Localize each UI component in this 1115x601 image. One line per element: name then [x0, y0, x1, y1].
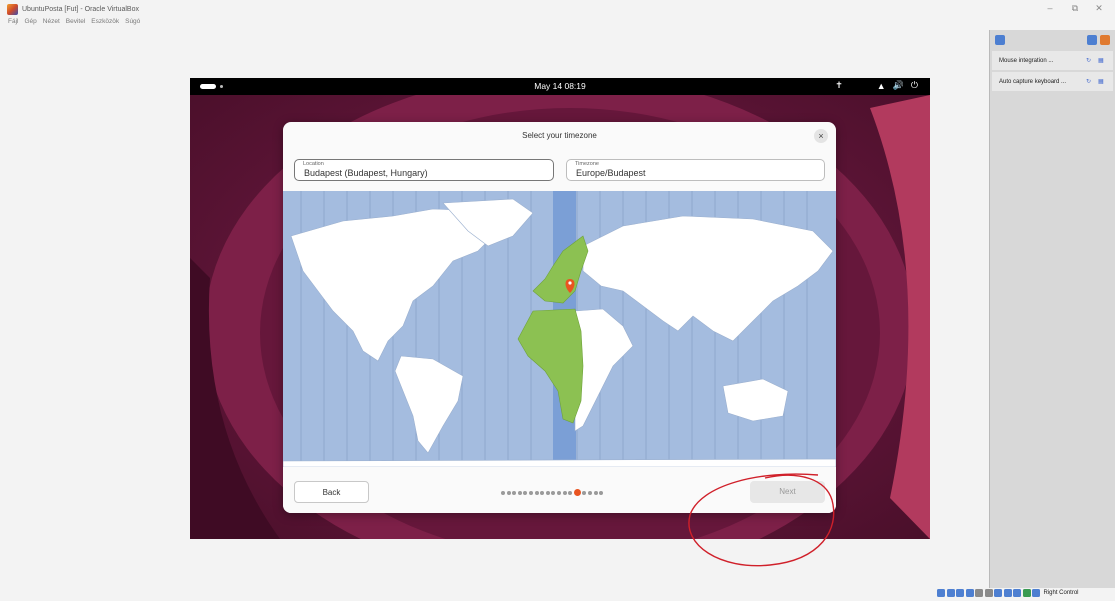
timezone-field[interactable]: Timezone Europe/Budapest [566, 159, 825, 181]
step-dot [599, 490, 604, 495]
vm-screen[interactable]: May 14 08:19 ✝ ▲ 🔊 ⏻ Select your timezon… [190, 78, 930, 539]
location-field[interactable]: Location Budapest (Budapest, Hungary) [294, 159, 554, 181]
close-window-button[interactable]: ✕ [1092, 3, 1106, 14]
usb-icon[interactable] [975, 589, 983, 597]
world-map[interactable] [283, 191, 836, 467]
step-dot [528, 490, 533, 495]
step-dot [562, 490, 567, 495]
step-dot [523, 490, 528, 495]
minimize-button[interactable]: – [1043, 3, 1057, 13]
vbox-status-bar: Right Control [937, 587, 1115, 599]
dialog-footer: Back Next [283, 467, 836, 513]
dismiss-icon[interactable]: ▦ [1098, 57, 1104, 64]
step-dot [587, 490, 592, 495]
host-key-label: Right Control [1043, 590, 1079, 596]
virtualbox-app-icon [7, 3, 18, 15]
topbar-clock[interactable]: May 14 08:19 [190, 81, 930, 91]
step-dot [582, 490, 587, 495]
step-dot [534, 490, 539, 495]
network-adapter-icon[interactable] [965, 589, 974, 597]
timezone-label: Timezone [575, 161, 599, 167]
step-dot [545, 490, 550, 495]
step-dot [540, 490, 545, 495]
menubar: Fájl Gép Nézet Bevitel Eszközök Súgó [8, 18, 140, 30]
location-value[interactable]: Budapest (Budapest, Hungary) [304, 168, 428, 178]
clear-icon[interactable] [1100, 34, 1110, 45]
menu-view[interactable]: Nézet [43, 18, 60, 30]
step-dot [556, 490, 561, 495]
accessibility-icon[interactable]: ✝ [835, 80, 843, 91]
menu-file[interactable]: Fájl [8, 18, 18, 30]
next-button[interactable]: Next [750, 481, 825, 503]
network-icon[interactable]: ▲ [877, 81, 886, 91]
step-indicator [501, 489, 604, 496]
recording-icon[interactable] [1003, 589, 1012, 597]
auto-capture-label: Auto capture keyboard ... [999, 78, 1067, 85]
display-icon[interactable] [994, 589, 1002, 597]
step-dot [568, 490, 573, 495]
power-icon[interactable]: ⏻ [911, 80, 918, 91]
step-dot [593, 490, 598, 495]
step-dot [512, 490, 517, 495]
cpu-icon[interactable] [1013, 589, 1021, 597]
mouse-integration-label: Mouse integration ... [999, 57, 1054, 64]
close-icon[interactable]: × [814, 129, 828, 143]
mouse-integration-note[interactable]: Mouse integration ... ↻ ▦ [992, 51, 1113, 70]
step-dot [517, 490, 522, 495]
panel-header [990, 30, 1115, 49]
timezone-value[interactable]: Europe/Budapest [576, 168, 646, 178]
menu-devices[interactable]: Eszközök [91, 18, 119, 30]
auto-capture-keyboard-note[interactable]: Auto capture keyboard ... ↻ ▦ [992, 72, 1113, 91]
step-dot-current [573, 489, 581, 496]
restore-button[interactable]: ⧉ [1068, 3, 1082, 14]
settings-icon[interactable] [1087, 34, 1097, 45]
audio-icon[interactable] [956, 589, 964, 597]
system-tray[interactable]: ✝ ▲ 🔊 ⏻ [835, 80, 918, 91]
hard-disk-icon[interactable] [937, 589, 945, 597]
step-dot [551, 490, 556, 495]
mouse-icon: ↻ [1086, 58, 1092, 64]
step-dot [506, 490, 511, 495]
shared-folders-icon[interactable] [984, 589, 993, 597]
mouse-integration-icon[interactable] [1022, 589, 1031, 597]
step-dot [501, 490, 505, 495]
ubuntu-topbar: May 14 08:19 ✝ ▲ 🔊 ⏻ [190, 78, 930, 95]
menu-input[interactable]: Bevitel [66, 18, 86, 30]
timezone-map[interactable] [283, 191, 836, 467]
optical-drive-icon[interactable] [946, 589, 955, 597]
location-label: Location [303, 161, 324, 167]
notification-icon[interactable] [995, 34, 1005, 45]
window-title: UbuntuPosta [Fut] - Oracle VirtualBox [22, 5, 139, 13]
timezone-dialog: Select your timezone × Location Budapest… [283, 122, 836, 513]
dismiss-icon[interactable]: ▦ [1098, 78, 1104, 85]
keyboard-icon: ↻ [1086, 79, 1092, 85]
back-button[interactable]: Back [294, 481, 369, 503]
vbox-notification-panel: Mouse integration ... ↻ ▦ Auto capture k… [989, 30, 1115, 588]
dialog-title: Select your timezone [522, 131, 597, 140]
menu-machine[interactable]: Gép [24, 18, 36, 30]
host-key-icon[interactable] [1032, 589, 1040, 597]
window-titlebar: UbuntuPosta [Fut] - Oracle VirtualBox – … [0, 0, 1115, 18]
volume-icon[interactable]: 🔊 [893, 80, 904, 91]
menu-help[interactable]: Súgó [125, 18, 140, 30]
